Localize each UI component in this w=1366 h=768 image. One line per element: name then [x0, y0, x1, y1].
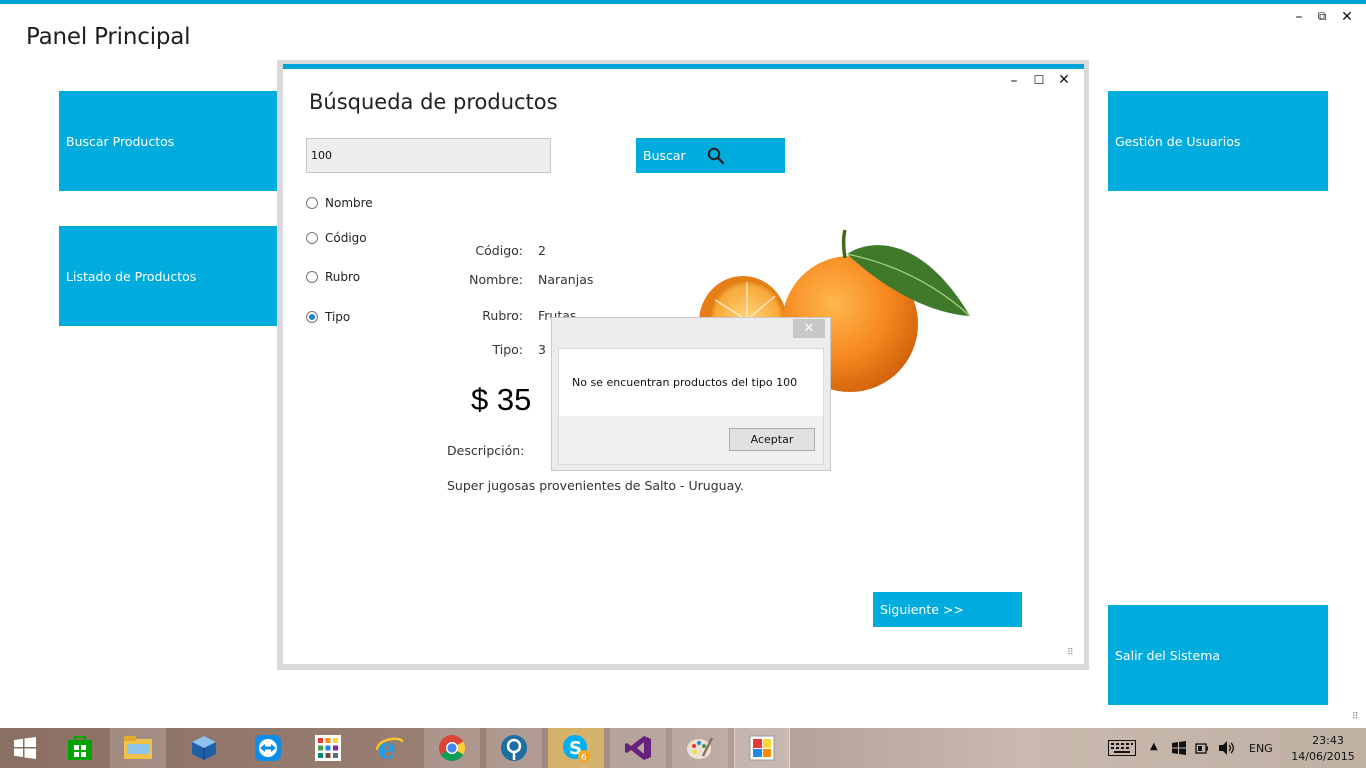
description-text: Super jugosas provenientes de Salto - Ur… [447, 478, 744, 493]
price-display: $ 35 [471, 382, 532, 417]
search-button[interactable]: Buscar [636, 138, 785, 173]
keyboard-icon[interactable] [1108, 740, 1136, 756]
tile-listado-productos-label: Listado de Productos [66, 268, 197, 284]
file-explorer-icon [124, 736, 152, 759]
app-window-icon [749, 735, 775, 761]
restore-button[interactable]: ⧉ [1313, 7, 1331, 25]
volume-icon[interactable] [1218, 740, 1236, 756]
close-button[interactable]: ✕ [1338, 8, 1356, 26]
message-dialog: ✕ No se encuentran productos del tipo 10… [551, 317, 831, 471]
skype-icon: S 6 [563, 735, 590, 763]
radio-tipo[interactable]: Tipo [306, 310, 350, 324]
windows-flag-icon[interactable] [1171, 740, 1187, 756]
child-resize-grip-icon[interactable]: ⠿ [1067, 648, 1074, 658]
child-minimize-button[interactable]: – [1005, 72, 1023, 90]
rubro-label: Rubro: [482, 308, 523, 323]
radio-tipo-circle[interactable] [306, 311, 318, 323]
tipo-label: Tipo: [492, 342, 523, 357]
tile-gestion-usuarios-label: Gestión de Usuarios [1115, 133, 1241, 149]
dialog-ok-button[interactable]: Aceptar [729, 428, 815, 451]
taskbar-file-explorer[interactable] [110, 728, 166, 768]
apps-grid-icon [315, 735, 341, 761]
taskbar-virtualbox[interactable] [176, 728, 232, 768]
taskbar-chrome[interactable] [424, 728, 480, 768]
search-icon [707, 147, 724, 164]
codigo-label: Código: [475, 243, 523, 258]
power-icon[interactable] [1195, 740, 1211, 756]
child-top-accent [283, 64, 1084, 69]
search-button-label: Buscar [643, 148, 686, 163]
radio-rubro[interactable]: Rubro [306, 270, 360, 284]
clock-date[interactable]: 14/06/2015 [1288, 750, 1358, 763]
teamviewer-icon [255, 735, 281, 761]
taskbar-internet-explorer[interactable]: e [362, 728, 418, 768]
child-title: Búsqueda de productos [309, 90, 558, 114]
taskbar-current-app[interactable] [734, 728, 790, 768]
dialog-close-button[interactable]: ✕ [793, 319, 825, 338]
dialog-message: No se encuentran productos del tipo 100 [572, 376, 798, 389]
tile-buscar-productos-label: Buscar Productos [66, 133, 175, 149]
codigo-value: 2 [538, 243, 546, 258]
nombre-value: Naranjas [538, 272, 594, 287]
window-top-accent [0, 0, 1366, 4]
taskbar-store[interactable] [52, 728, 108, 768]
description-label: Descripción: [447, 443, 525, 458]
show-hidden-icons-icon[interactable]: ▲ [1150, 741, 1158, 752]
language-indicator[interactable]: ENG [1249, 742, 1273, 755]
taskbar: e S 6 ▲ ENG 23:43 14/06/2015 [0, 728, 1366, 768]
sourcetree-icon [501, 735, 527, 761]
next-button-label: Siguiente >> [880, 602, 964, 617]
radio-nombre-label: Nombre [325, 196, 373, 210]
next-button[interactable]: Siguiente >> [873, 592, 1022, 627]
minimize-button[interactable]: – [1290, 8, 1308, 26]
tile-gestion-usuarios[interactable]: Gestión de Usuarios [1108, 91, 1328, 191]
radio-codigo-label: Código [325, 231, 367, 245]
dialog-body: No se encuentran productos del tipo 100 … [558, 348, 824, 465]
tile-buscar-productos[interactable]: Buscar Productos [59, 91, 279, 191]
radio-rubro-circle[interactable] [306, 271, 318, 283]
nombre-label: Nombre: [469, 272, 523, 287]
tile-listado-productos[interactable]: Listado de Productos [59, 226, 279, 326]
skype-badge: 6 [581, 753, 587, 763]
store-icon [68, 736, 92, 760]
internet-explorer-icon: e [375, 734, 404, 762]
clock-time[interactable]: 23:43 [1298, 734, 1358, 747]
taskbar-sourcetree[interactable] [486, 728, 542, 768]
radio-nombre[interactable]: Nombre [306, 196, 373, 210]
tile-salir-sistema[interactable]: Salir del Sistema [1108, 605, 1328, 705]
taskbar-paint[interactable] [672, 728, 728, 768]
taskbar-skype[interactable]: S 6 [548, 728, 604, 768]
taskbar-teamviewer[interactable] [240, 728, 296, 768]
app-title: Panel Principal [26, 24, 191, 50]
taskbar-apps[interactable] [300, 728, 356, 768]
radio-tipo-label: Tipo [325, 310, 351, 324]
radio-nombre-circle[interactable] [306, 197, 318, 209]
tipo-value: 3 [538, 342, 546, 357]
tile-salir-sistema-label: Salir del Sistema [1115, 647, 1221, 663]
paint-icon [687, 737, 714, 759]
visual-studio-icon [625, 736, 651, 760]
radio-rubro-label: Rubro [325, 270, 361, 284]
start-button[interactable] [0, 728, 50, 768]
virtualbox-icon [192, 736, 216, 760]
dialog-ok-label: Aceptar [750, 433, 794, 446]
search-input[interactable] [306, 138, 551, 173]
radio-codigo-circle[interactable] [306, 232, 318, 244]
child-maximize-button[interactable]: ☐ [1030, 71, 1048, 89]
child-close-button[interactable]: ✕ [1055, 71, 1073, 89]
dialog-message-area: No se encuentran productos del tipo 100 [559, 349, 823, 416]
radio-codigo[interactable]: Código [306, 231, 367, 245]
chrome-icon [439, 735, 466, 762]
start-icon [14, 737, 36, 759]
resize-grip-icon[interactable]: ⠿ [1352, 712, 1359, 722]
taskbar-visual-studio[interactable] [610, 728, 666, 768]
